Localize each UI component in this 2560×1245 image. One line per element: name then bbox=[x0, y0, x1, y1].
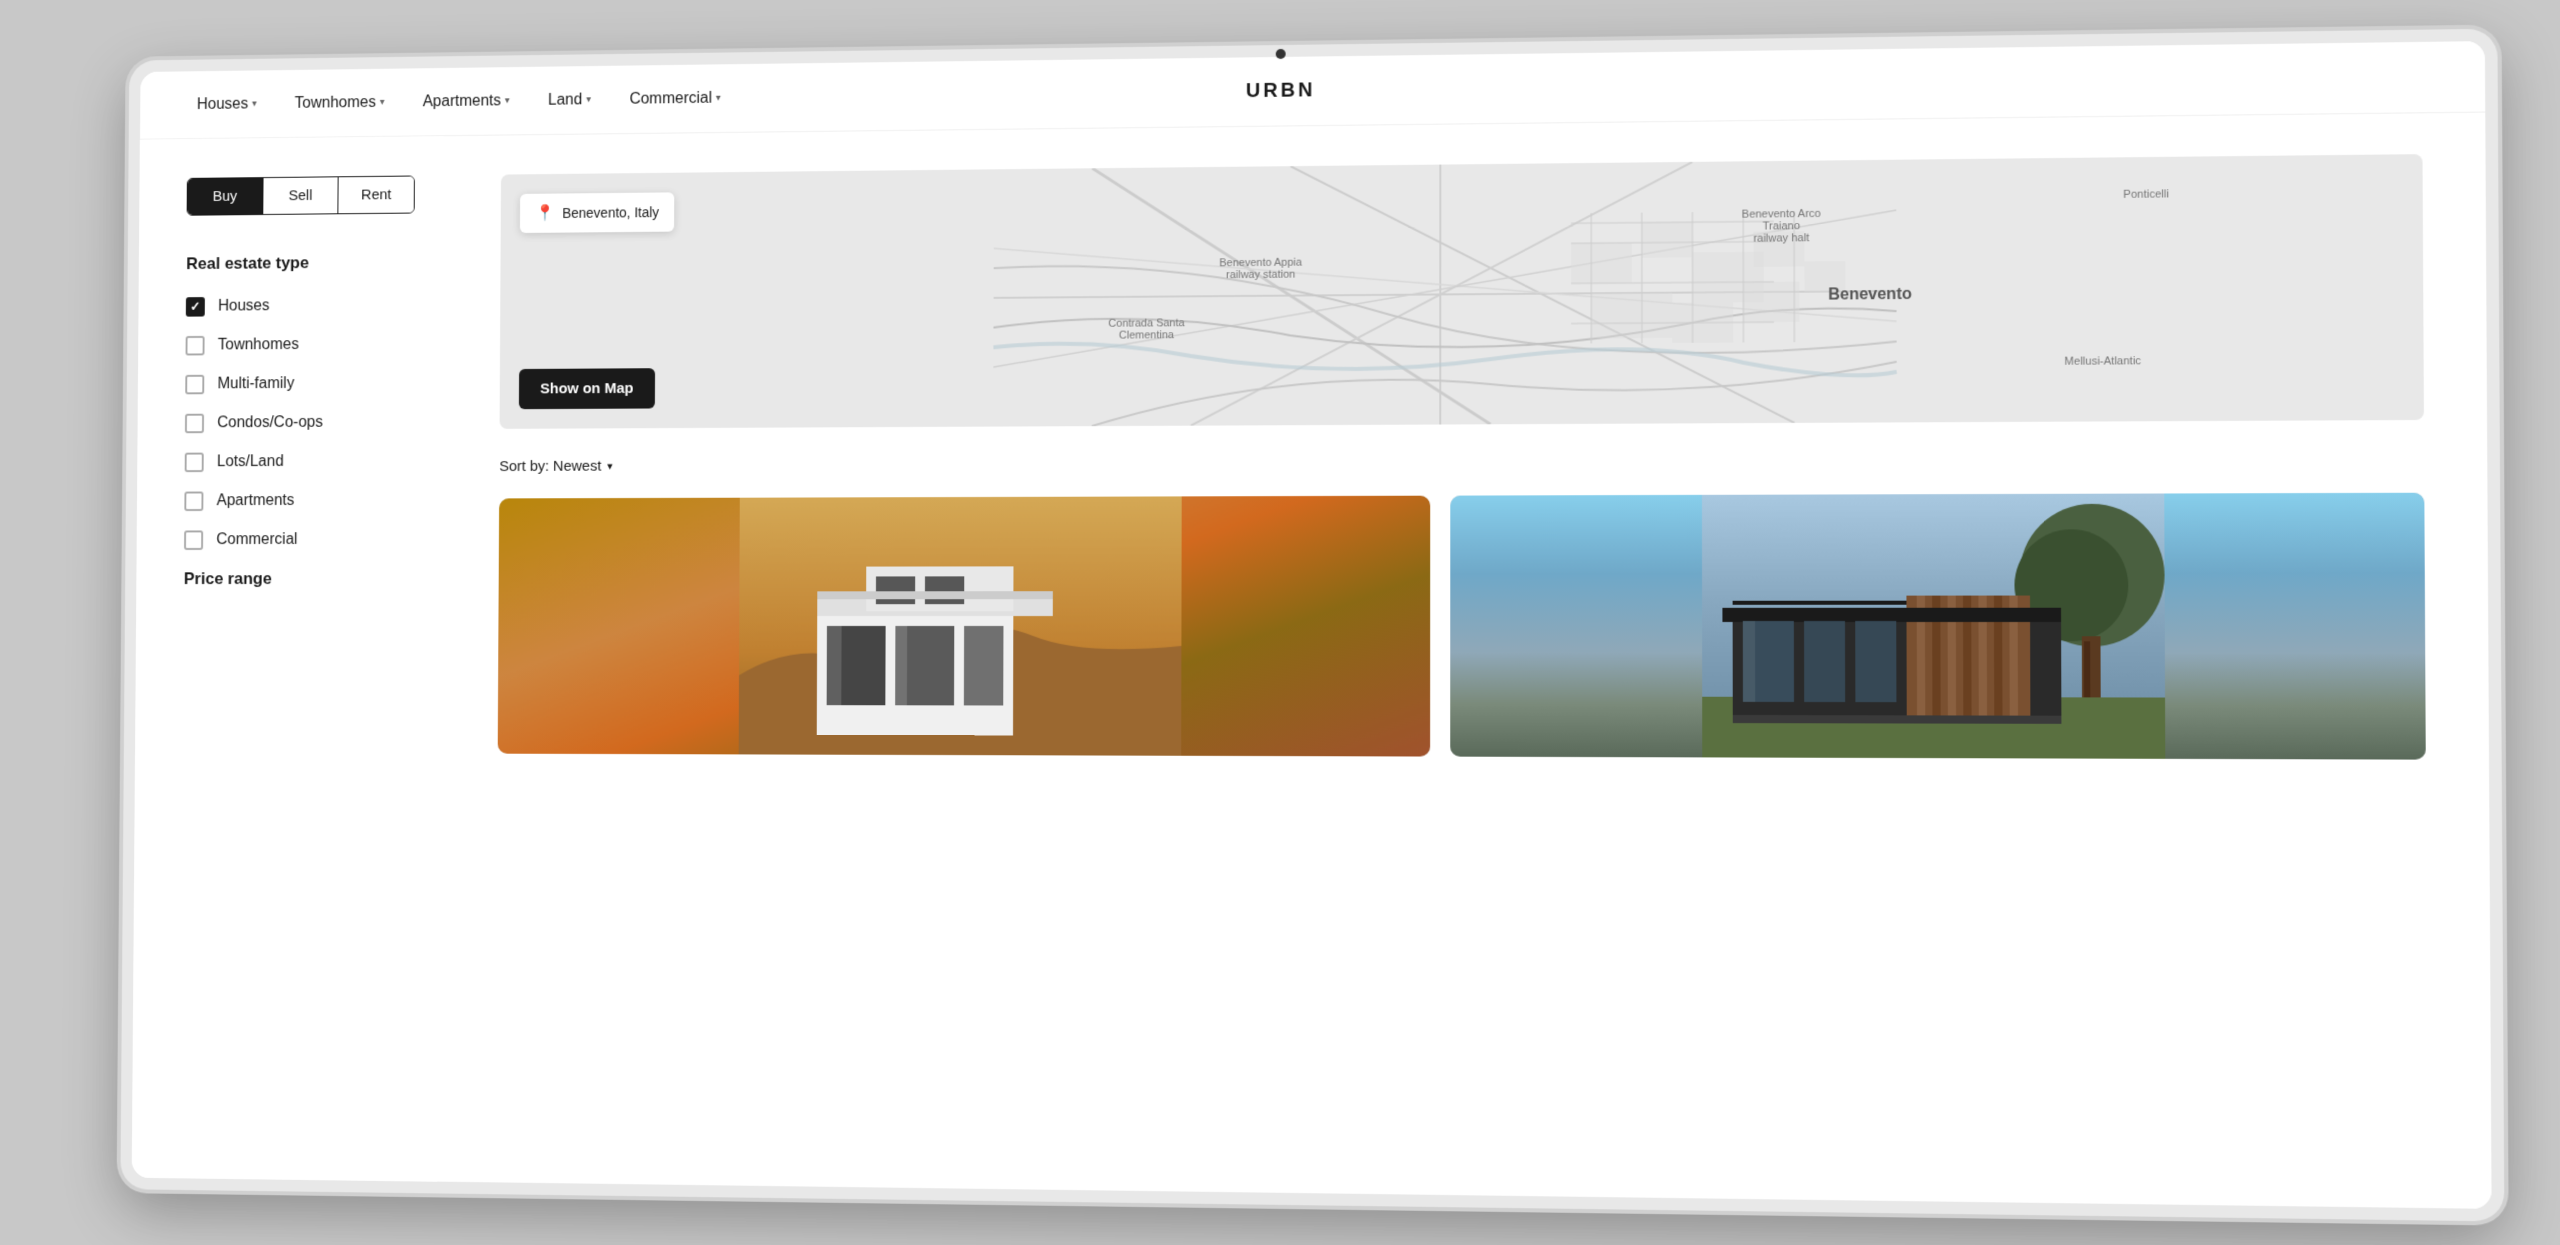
checkbox-commercial[interactable] bbox=[184, 530, 203, 550]
filter-apartments[interactable]: Apartments bbox=[184, 490, 393, 510]
filter-label-apartments: Apartments bbox=[217, 492, 295, 510]
location-pin-icon: 📍 bbox=[535, 203, 554, 223]
content-area: Benevento Benevento Appiarailway station… bbox=[437, 112, 2491, 1208]
filter-label-houses: Houses bbox=[218, 297, 270, 315]
property-image-2 bbox=[1450, 492, 2426, 759]
tab-sell[interactable]: Sell bbox=[263, 177, 339, 214]
map-svg bbox=[500, 154, 2424, 429]
nav-item-commercial[interactable]: Commercial ▾ bbox=[629, 89, 720, 108]
mode-tabs: Buy Sell Rent bbox=[187, 175, 415, 215]
filter-label-townhomes: Townhomes bbox=[218, 336, 299, 354]
filter-label-multifamily: Multi-family bbox=[217, 375, 294, 393]
filter-label-land: Lots/Land bbox=[217, 453, 284, 471]
location-text: Benevento, Italy bbox=[562, 204, 659, 221]
filter-section-title: Real estate type bbox=[186, 252, 395, 273]
checkbox-apartments[interactable] bbox=[184, 491, 203, 511]
nav-item-townhomes[interactable]: Townhomes ▾ bbox=[295, 93, 385, 112]
checkbox-land[interactable] bbox=[185, 452, 204, 472]
filter-commercial[interactable]: Commercial bbox=[184, 530, 393, 550]
nav-label-commercial: Commercial bbox=[629, 89, 712, 108]
sort-bar[interactable]: Sort by: Newest ▾ bbox=[499, 450, 2424, 474]
monitor: Houses ▾ Townhomes ▾ Apartments ▾ Land ▾… bbox=[120, 28, 2504, 1221]
property-cards-row bbox=[498, 492, 2426, 759]
nav-item-apartments[interactable]: Apartments ▾ bbox=[423, 92, 510, 111]
nav-label-apartments: Apartments bbox=[423, 92, 501, 111]
checkbox-townhomes[interactable] bbox=[186, 335, 205, 355]
filter-condos[interactable]: Condos/Co-ops bbox=[185, 412, 394, 432]
chevron-down-icon: ▾ bbox=[586, 94, 591, 105]
nav-item-houses[interactable]: Houses ▾ bbox=[197, 95, 257, 113]
screen: Houses ▾ Townhomes ▾ Apartments ▾ Land ▾… bbox=[132, 41, 2492, 1209]
filter-houses[interactable]: Houses bbox=[186, 295, 395, 316]
nav-item-land[interactable]: Land ▾ bbox=[548, 90, 591, 108]
property-image-1 bbox=[498, 495, 1431, 756]
nav-label-land: Land bbox=[548, 91, 582, 109]
nav-label-houses: Houses bbox=[197, 95, 248, 113]
tab-buy[interactable]: Buy bbox=[188, 178, 264, 215]
sort-label: Sort by: Newest bbox=[499, 457, 601, 474]
price-range-title: Price range bbox=[184, 569, 394, 589]
brand-logo: URBN bbox=[1246, 79, 1315, 103]
filter-multifamily[interactable]: Multi-family bbox=[185, 373, 394, 394]
chevron-down-icon: ▾ bbox=[716, 92, 721, 103]
camera-dot bbox=[1276, 48, 1286, 58]
chevron-down-icon: ▾ bbox=[505, 95, 510, 106]
chevron-down-icon: ▾ bbox=[380, 96, 385, 107]
chevron-down-icon: ▾ bbox=[252, 98, 257, 109]
property-card-2[interactable] bbox=[1450, 492, 2426, 759]
map-container: Benevento Benevento Appiarailway station… bbox=[500, 154, 2424, 429]
filter-townhomes[interactable]: Townhomes bbox=[186, 334, 395, 355]
filter-label-commercial: Commercial bbox=[216, 531, 297, 549]
checkbox-multifamily[interactable] bbox=[185, 374, 204, 394]
location-badge: 📍 Benevento, Italy bbox=[520, 192, 675, 233]
chevron-down-icon: ▾ bbox=[607, 459, 612, 472]
filter-land[interactable]: Lots/Land bbox=[185, 451, 394, 471]
show-map-button[interactable]: Show on Map bbox=[519, 368, 655, 409]
checkbox-condos[interactable] bbox=[185, 413, 204, 433]
tab-rent[interactable]: Rent bbox=[339, 176, 414, 213]
property-card-1[interactable] bbox=[498, 495, 1431, 756]
filter-label-condos: Condos/Co-ops bbox=[217, 414, 323, 432]
checkbox-houses[interactable] bbox=[186, 297, 205, 317]
main-content: Buy Sell Rent Real estate type Houses To… bbox=[132, 112, 2492, 1208]
nav-label-townhomes: Townhomes bbox=[295, 93, 376, 111]
sidebar: Buy Sell Rent Real estate type Houses To… bbox=[132, 136, 444, 1181]
